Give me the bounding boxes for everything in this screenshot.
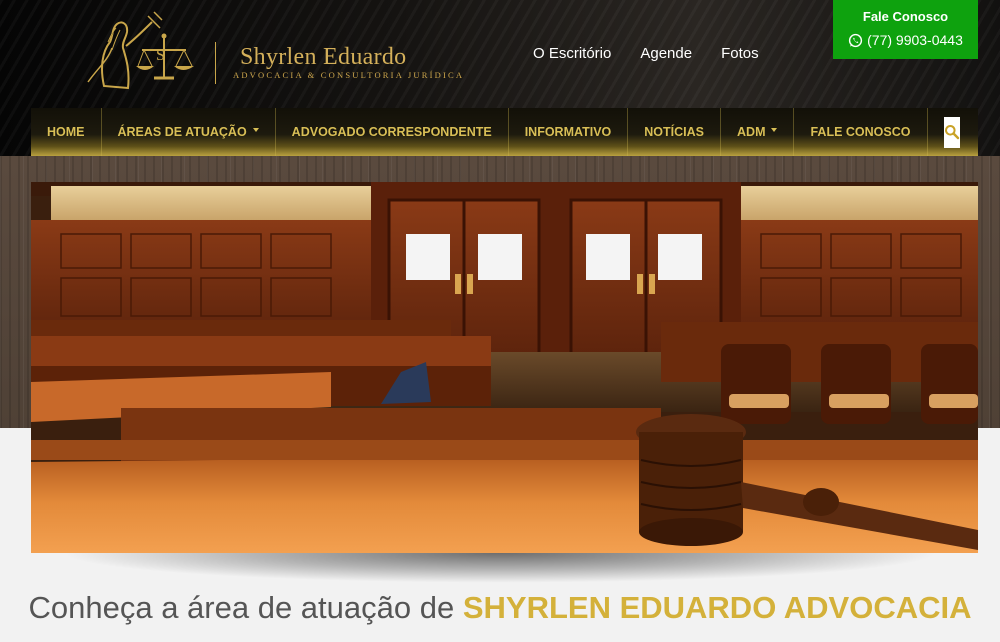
nav-item-label: INFORMATIVO (524, 125, 612, 139)
top-link-escritorio[interactable]: O Escritório (533, 45, 611, 62)
whatsapp-icon (849, 33, 863, 47)
contact-box[interactable]: Fale Conosco (77) 9903-0443 (833, 0, 978, 59)
nav-item-label: NOTÍCIAS (644, 125, 705, 139)
site-logo[interactable]: S Shyrlen Eduardo ADVOCACIA & CONSULTORI… (82, 8, 462, 100)
contact-phone[interactable]: (77) 9903-0443 (833, 32, 978, 48)
nav-item-label: HOME (47, 125, 85, 139)
headline-highlight: SHYRLEN EDUARDO ADVOCACIA (462, 590, 972, 625)
svg-text:S: S (156, 47, 165, 64)
nav-item-advogado-correspondente[interactable]: ADVOGADO CORRESPONDENTE (276, 108, 509, 156)
courtroom-image (31, 182, 978, 553)
nav-item-informativo[interactable]: INFORMATIVO (509, 108, 629, 156)
logo-divider (215, 42, 216, 84)
brand-tagline: ADVOCACIA & CONSULTORIA JURÍDICA (233, 70, 465, 80)
nav-item-home[interactable]: HOME (31, 108, 102, 156)
headline-prefix: Conheça a área de atuação de (28, 590, 463, 625)
caret-down-icon (252, 128, 259, 132)
justice-emblem-icon: S (87, 11, 194, 90)
brand-name: Shyrlen Eduardo (240, 44, 407, 70)
nav-item-label: FALE CONOSCO (810, 125, 911, 139)
site-header: S Shyrlen Eduardo ADVOCACIA & CONSULTORI… (0, 0, 1000, 156)
nav-item-label: ADVOGADO CORRESPONDENTE (291, 125, 492, 139)
top-link-agende[interactable]: Agende (640, 45, 692, 62)
search-button[interactable] (943, 116, 960, 148)
contact-phone-number: (77) 9903-0443 (867, 32, 963, 48)
section-headline: Conheça a área de atuação de SHYRLEN EDU… (0, 590, 1000, 626)
search-icon (944, 125, 959, 140)
banner-shadow (60, 553, 940, 583)
nav-item-label: ADM (737, 125, 766, 139)
nav-item-fale-conosco[interactable]: FALE CONOSCO (794, 108, 926, 156)
hero-banner (31, 182, 978, 553)
top-link-fotos[interactable]: Fotos (721, 45, 759, 62)
top-links: O Escritório Agende Fotos (533, 45, 788, 62)
nav-item-adm[interactable]: ADM (721, 108, 795, 156)
nav-spacer (926, 108, 928, 156)
nav-item-areas[interactable]: ÁREAS DE ATUAÇÃO (102, 108, 276, 156)
main-nav: HOME ÁREAS DE ATUAÇÃO ADVOGADO CORRESPON… (31, 108, 978, 156)
nav-item-label: ÁREAS DE ATUAÇÃO (117, 125, 247, 139)
nav-item-noticias[interactable]: NOTÍCIAS (628, 108, 722, 156)
contact-title: Fale Conosco (862, 9, 949, 24)
caret-down-icon (771, 128, 778, 132)
